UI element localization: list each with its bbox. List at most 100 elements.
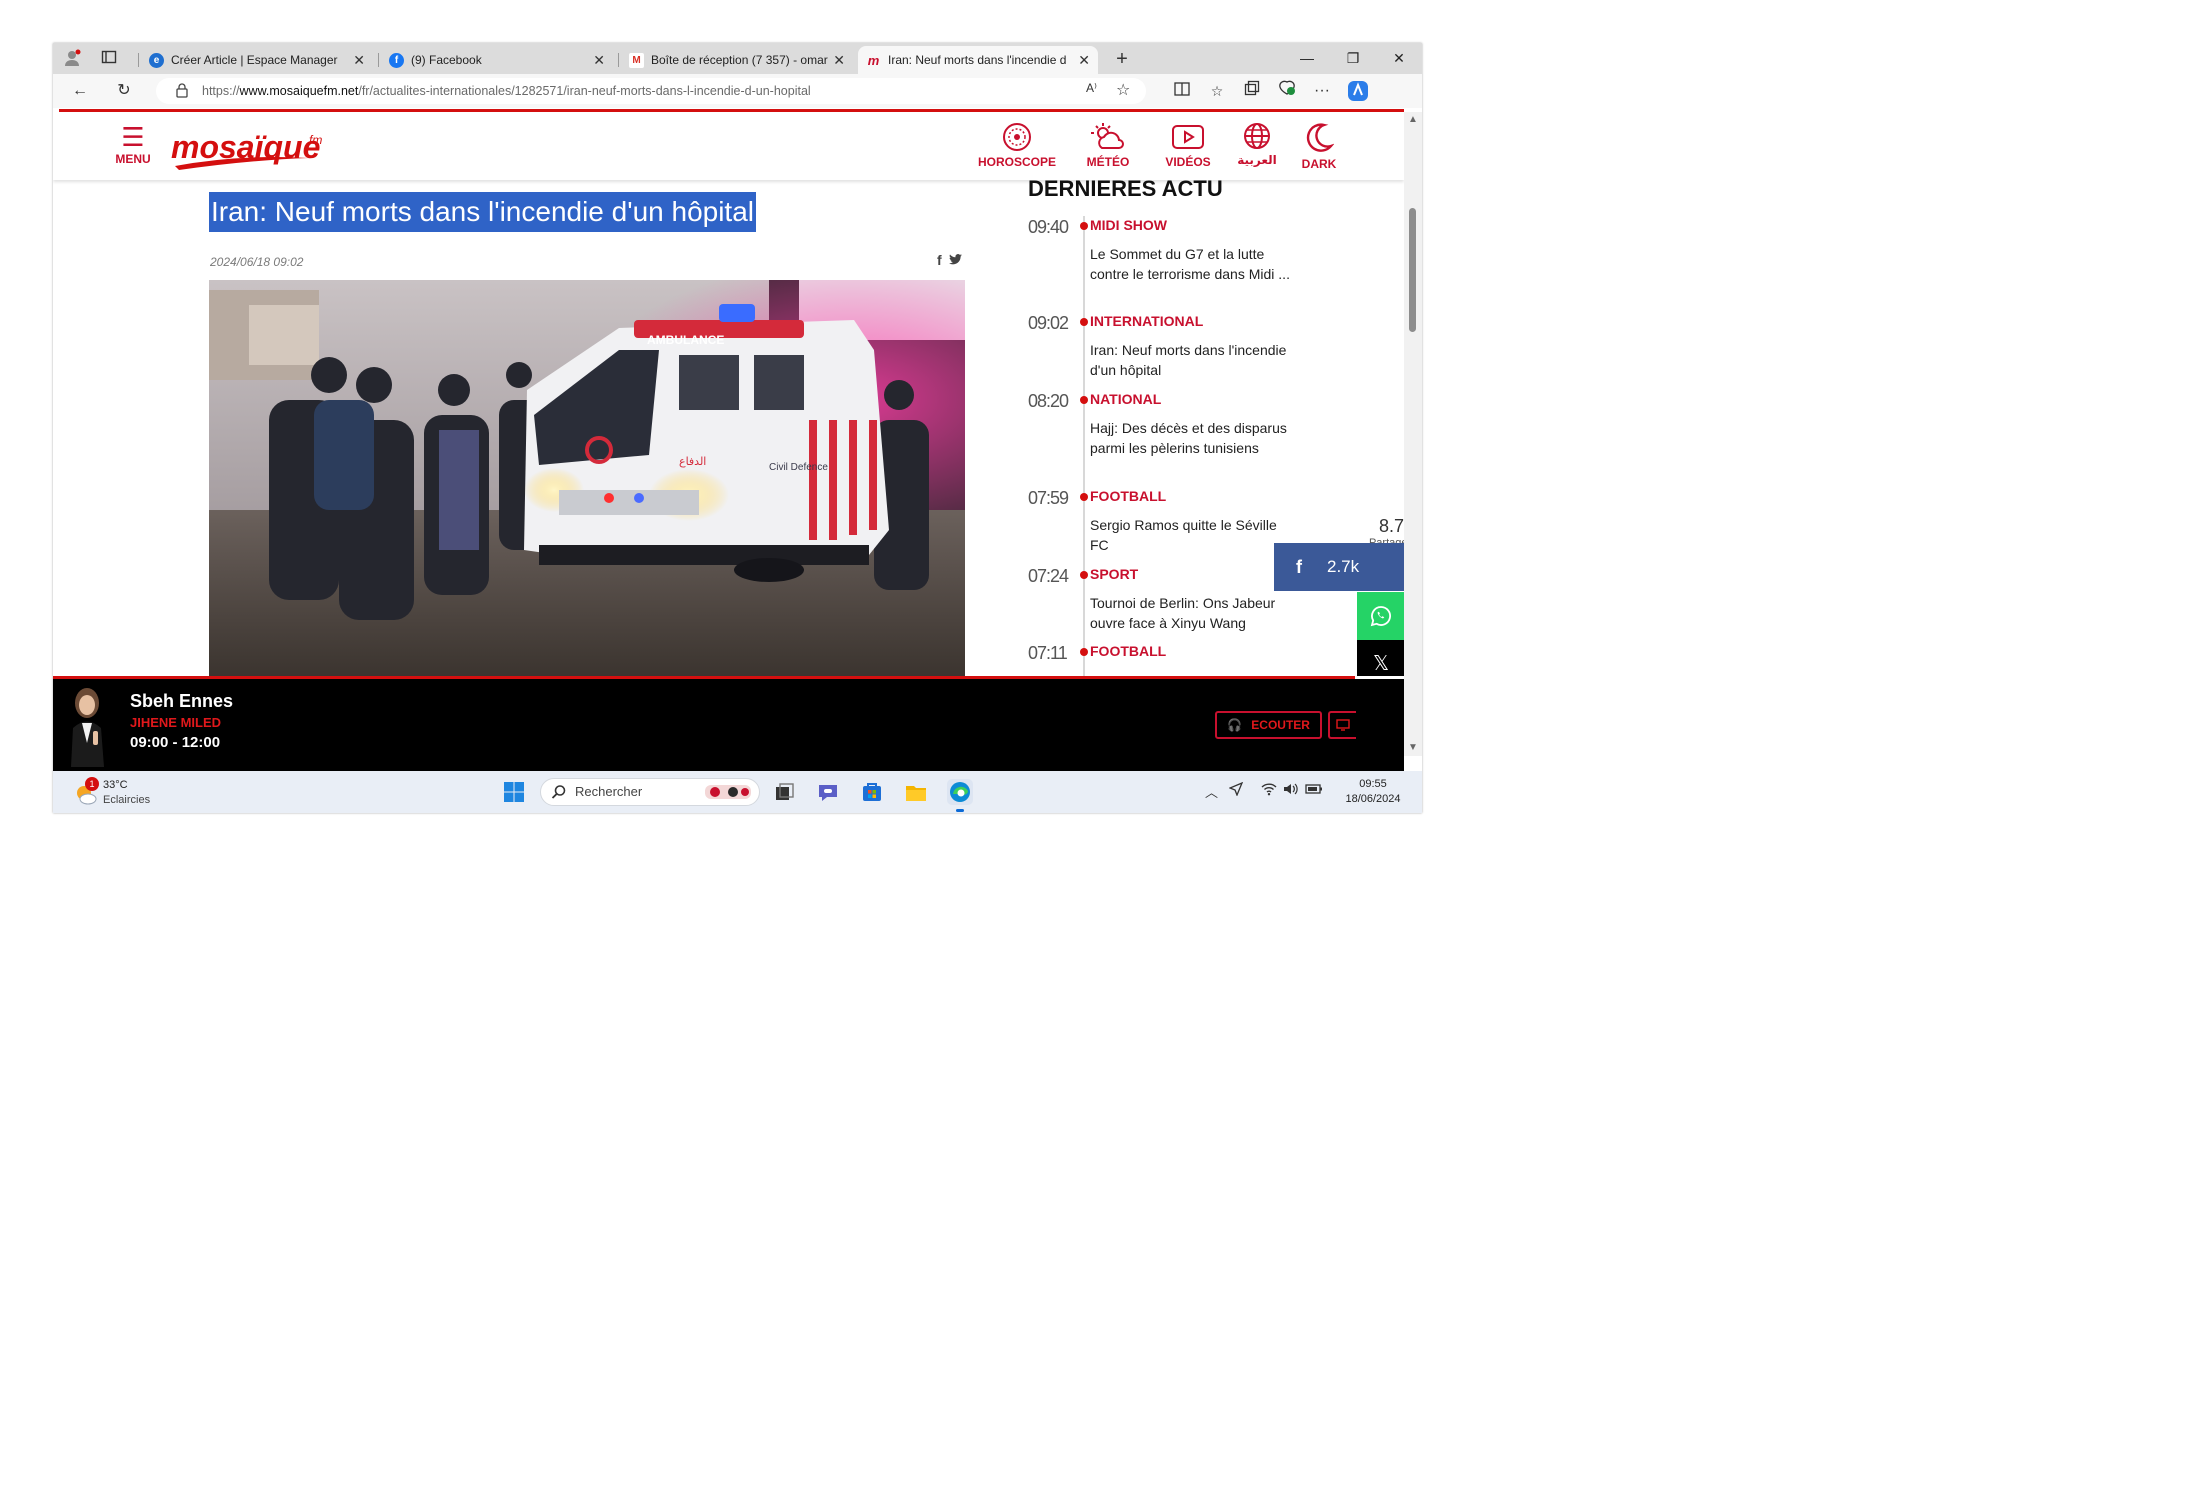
news-title[interactable]: Le Sommet du G7 et la lutte contre le te…: [1090, 244, 1295, 284]
wifi-icon[interactable]: [1261, 782, 1277, 799]
watch-live-button[interactable]: [1328, 711, 1356, 739]
teams-chat-button[interactable]: [815, 779, 841, 805]
headphones-icon: 🎧: [1227, 718, 1242, 732]
facebook-icon: f: [1296, 557, 1302, 577]
edge-taskbar-button[interactable]: [947, 779, 973, 812]
horoscope-icon: [1003, 123, 1031, 151]
timeline-dot: [1080, 493, 1088, 501]
profile-icon[interactable]: [63, 49, 83, 69]
volume-icon[interactable]: [1283, 782, 1299, 799]
tab-title: Créer Article | Espace Manager: [171, 53, 338, 67]
show-hidden-icons-icon[interactable]: ︿: [1205, 782, 1218, 801]
location-icon[interactable]: [1228, 781, 1244, 799]
read-aloud-icon[interactable]: A⁾: [1086, 81, 1097, 95]
news-category[interactable]: NATIONAL: [1090, 391, 1161, 407]
nav-arabic[interactable]: العربية: [1235, 122, 1279, 167]
whatsapp-share-button[interactable]: [1357, 592, 1404, 640]
weather-condition: Eclaircies: [103, 794, 151, 806]
close-window-button[interactable]: ✕: [1376, 43, 1422, 74]
tab-facebook[interactable]: f (9) Facebook ✕: [381, 46, 613, 74]
nav-dark-mode[interactable]: DARK: [1297, 122, 1341, 171]
timeline-dot: [1080, 318, 1088, 326]
news-category[interactable]: INTERNATIONAL: [1090, 313, 1203, 329]
news-title[interactable]: Sergio Ramos quitte le Séville FC: [1090, 515, 1295, 555]
close-tab-icon[interactable]: ✕: [593, 46, 605, 74]
show-hours: 09:00 - 12:00: [130, 734, 221, 751]
photo-civil-defence-text: Civil Defence: [769, 462, 828, 473]
system-clock[interactable]: 09:55 18/06/2024: [1333, 777, 1413, 807]
battery-icon[interactable]: [1305, 782, 1323, 799]
back-button[interactable]: ←: [69, 81, 91, 101]
browser-essentials-icon[interactable]: [1277, 80, 1297, 102]
x-share-button[interactable]: 𝕏: [1357, 640, 1404, 676]
close-tab-icon[interactable]: ✕: [833, 46, 845, 74]
tab-espace-manager[interactable]: e Créer Article | Espace Manager ✕: [141, 46, 373, 74]
nav-label: MÉTÉO: [1086, 155, 1130, 169]
scroll-up-arrow-icon[interactable]: ▲: [1408, 114, 1418, 125]
news-time: 09:40: [1028, 217, 1069, 237]
news-title[interactable]: Hajj: Des décès et des disparus parmi le…: [1090, 418, 1295, 458]
microsoft-store-button[interactable]: [859, 779, 885, 805]
article-date: 2024/06/18 09:02: [210, 255, 304, 269]
news-category[interactable]: FOOTBALL: [1090, 488, 1166, 504]
scroll-thumb[interactable]: [1409, 208, 1416, 332]
news-category[interactable]: MIDI SHOW: [1090, 217, 1167, 233]
twitter-share-icon[interactable]: [948, 252, 962, 268]
tab-title: (9) Facebook: [411, 53, 482, 67]
favorite-star-icon[interactable]: ☆: [1116, 80, 1130, 100]
video-play-icon: [1172, 125, 1204, 149]
gmail-icon: M: [629, 53, 644, 68]
hamburger-icon: ☰: [121, 122, 145, 152]
restore-button[interactable]: ❐: [1330, 43, 1376, 74]
search-icon: [551, 785, 566, 799]
scroll-down-arrow-icon[interactable]: ▼: [1408, 742, 1418, 753]
photo-ambulance-text: AMBULANCE: [647, 333, 724, 347]
facebook-share-button[interactable]: f 2.7k: [1274, 543, 1404, 591]
task-view-button[interactable]: [771, 779, 797, 805]
more-options-icon[interactable]: ···: [1312, 80, 1332, 102]
taskbar-search-input[interactable]: Rechercher: [540, 778, 760, 806]
news-time: 08:20: [1028, 391, 1069, 411]
news-category[interactable]: SPORT: [1090, 566, 1138, 582]
mosaique-logo[interactable]: mosaïque fm: [169, 124, 334, 172]
collections-icon[interactable]: [1242, 80, 1262, 102]
favorites-icon[interactable]: ☆: [1207, 80, 1227, 102]
split-screen-icon[interactable]: [1172, 80, 1192, 102]
url-host: www.mosaiquefm.net: [239, 84, 359, 98]
windows-logo-icon: [504, 782, 524, 802]
refresh-button[interactable]: ↻: [113, 81, 135, 101]
facebook-share-count: 2.7k: [1327, 557, 1360, 576]
weather-widget[interactable]: 1 33°C Eclaircies: [73, 777, 163, 809]
tab-mosaique-article[interactable]: m Iran: Neuf morts dans l'incendie d ✕: [858, 46, 1098, 74]
copilot-icon[interactable]: [1347, 80, 1368, 102]
minimize-button[interactable]: —: [1284, 43, 1330, 74]
globe-icon: [1244, 123, 1270, 149]
tab-actions-icon[interactable]: [99, 49, 119, 69]
url-text[interactable]: https://www.mosaiquefm.net/fr/actualites…: [202, 78, 811, 104]
close-tab-icon[interactable]: ✕: [353, 46, 365, 74]
new-tab-button[interactable]: +: [1112, 49, 1132, 69]
tab-strip: e Créer Article | Espace Manager ✕ f (9)…: [53, 43, 1422, 74]
address-bar[interactable]: https://www.mosaiquefm.net/fr/actualites…: [156, 78, 1146, 104]
menu-label: MENU: [115, 152, 151, 166]
nav-videos[interactable]: VIDÉOS: [1160, 122, 1216, 169]
nav-horoscope[interactable]: HOROSCOPE: [978, 122, 1056, 169]
news-title[interactable]: Tournoi de Berlin: Ons Jabeur ouvre face…: [1090, 593, 1295, 633]
news-category[interactable]: FOOTBALL: [1090, 643, 1166, 659]
article-title: Iran: Neuf morts dans l'incendie d'un hô…: [209, 192, 757, 232]
file-explorer-button[interactable]: [903, 779, 929, 805]
facebook-share-icon[interactable]: f: [937, 252, 942, 268]
whatsapp-icon: [1370, 606, 1391, 627]
menu-button[interactable]: ☰ MENU: [113, 124, 153, 166]
close-tab-icon[interactable]: ✕: [1078, 46, 1090, 74]
tab-gmail[interactable]: M Boîte de réception (7 357) - omar ✕: [621, 46, 853, 74]
windows-start-button[interactable]: [501, 779, 527, 805]
clock-time: 09:55: [1359, 778, 1387, 790]
nav-meteo[interactable]: MÉTÉO: [1078, 122, 1138, 169]
lock-icon[interactable]: [176, 83, 188, 103]
article-share-links: f: [937, 252, 962, 268]
timeline-dot: [1080, 222, 1088, 230]
page-scrollbar[interactable]: ▲ ▼: [1404, 112, 1422, 756]
listen-button[interactable]: 🎧 ECOUTER: [1215, 711, 1322, 739]
news-title[interactable]: Iran: Neuf morts dans l'incendie d'un hô…: [1090, 340, 1295, 380]
